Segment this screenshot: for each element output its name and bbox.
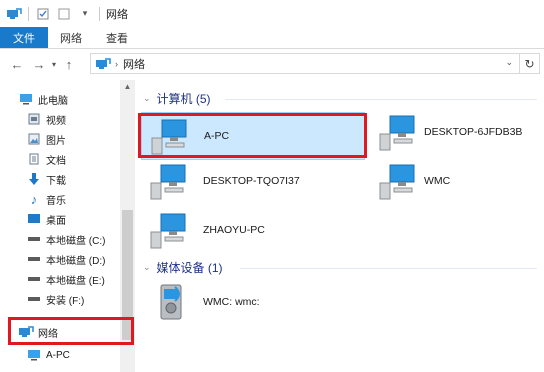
sidebar-item-label: A-PC: [46, 349, 70, 361]
sidebar-item-a-pc[interactable]: A-PC: [26, 345, 70, 365]
sidebar-item-drive-d[interactable]: 本地磁盘 (D:): [26, 249, 105, 269]
document-icon: [26, 152, 42, 166]
computer-icon: [26, 348, 42, 362]
forward-icon[interactable]: →: [30, 57, 48, 72]
sidebar-item-drive-c[interactable]: 本地磁盘 (C:): [26, 229, 105, 249]
group-header-media[interactable]: ⌄ 媒体设备 (1): [143, 259, 223, 276]
video-icon: [26, 112, 42, 126]
divider: [99, 6, 100, 21]
computer-icon: [379, 164, 415, 200]
computer-name: DESKTOP-6JFDB3B: [424, 126, 523, 138]
sidebar-item-label: 桌面: [46, 215, 66, 227]
sidebar-item-label: 图片: [46, 135, 66, 147]
sidebar-item-label: 本地磁盘 (C:): [46, 235, 106, 247]
divider: [28, 6, 29, 21]
computer-icon: [150, 164, 186, 200]
group-divider: [225, 99, 537, 100]
computer-name: DESKTOP-TQO7I37: [203, 175, 300, 187]
up-icon[interactable]: ↑: [60, 57, 78, 72]
sidebar-item-label: 视频: [46, 115, 66, 127]
group-header-computers[interactable]: ⌄ 计算机 (5): [143, 90, 211, 107]
pc-icon: [18, 92, 34, 106]
ribbon-tabs: 文件 网络 查看: [0, 27, 544, 49]
address-bar[interactable]: › 网络 ⌄ ↻: [90, 53, 540, 74]
sidebar-item-label: 安装 (F:): [46, 295, 85, 307]
highlight-box: [8, 317, 134, 345]
computer-icon: [150, 213, 186, 249]
sidebar-item-videos[interactable]: 视频: [26, 109, 66, 129]
window-title: 网络: [106, 8, 128, 21]
download-icon: [26, 172, 42, 186]
picture-icon: [26, 132, 42, 146]
recent-locations-icon[interactable]: ▾: [48, 60, 60, 69]
content-pane: ⌄ 计算机 (5) A-PC DESKTOP-6JFDB3B DESKTOP-T…: [135, 80, 544, 372]
drive-icon: [26, 292, 42, 306]
computer-tile-wmc[interactable]: WMC: [370, 157, 540, 205]
media-device-name: WMC: wmc:: [203, 296, 260, 308]
tab-view[interactable]: 查看: [94, 27, 140, 48]
sidebar-item-desktop[interactable]: 桌面: [26, 209, 66, 229]
sidebar-item-music[interactable]: ♪ 音乐: [26, 189, 66, 209]
sidebar-item-documents[interactable]: 文档: [26, 149, 66, 169]
drive-icon: [26, 272, 42, 286]
sidebar-item-label: 此电脑: [38, 95, 68, 107]
group-title: 媒体设备 (1): [156, 261, 223, 275]
highlight-box: [138, 113, 367, 158]
drive-icon: [26, 232, 42, 246]
sidebar-item-label: 本地磁盘 (E:): [46, 275, 105, 287]
refresh-icon[interactable]: ↻: [519, 54, 539, 73]
title-bar: ▾ 网络: [0, 0, 544, 27]
properties-icon[interactable]: [35, 7, 51, 21]
computer-name: WMC: [424, 175, 451, 187]
group-title: 计算机 (5): [156, 92, 211, 106]
breadcrumb-chevron-icon[interactable]: ›: [115, 59, 118, 69]
computer-tile-desktop-tqo7i37[interactable]: DESKTOP-TQO7I37: [141, 157, 365, 205]
sidebar-item-label: 下载: [46, 175, 66, 187]
sidebar-item-downloads[interactable]: 下载: [26, 169, 66, 189]
sidebar-item-drive-e[interactable]: 本地磁盘 (E:): [26, 269, 105, 289]
navigation-bar: ← → ▾ ↑ › 网络 ⌄ ↻: [0, 49, 544, 79]
chevron-down-icon[interactable]: ⌄: [505, 57, 513, 68]
sidebar-item-pictures[interactable]: 图片: [26, 129, 66, 149]
sidebar-item-label: 音乐: [46, 195, 66, 207]
computer-name: ZHAOYU-PC: [203, 224, 265, 236]
computer-tile-desktop-6jfdb3b[interactable]: DESKTOP-6JFDB3B: [370, 108, 540, 156]
sidebar-item-drive-f[interactable]: 安装 (F:): [26, 289, 84, 309]
new-folder-icon[interactable]: [56, 7, 72, 21]
sidebar-item-label: 本地磁盘 (D:): [46, 255, 106, 267]
sidebar-item-this-pc[interactable]: 此电脑: [18, 89, 68, 109]
desktop-icon: [26, 212, 42, 226]
media-device-tile-wmc[interactable]: WMC: wmc:: [141, 278, 365, 326]
computer-tile-zhaoyu-pc[interactable]: ZHAOYU-PC: [141, 206, 365, 254]
music-icon: ♪: [30, 191, 38, 207]
collapse-icon[interactable]: ⌄: [143, 93, 151, 104]
back-icon[interactable]: ←: [8, 57, 26, 72]
media-device-icon: [160, 284, 182, 320]
network-icon: [95, 57, 111, 71]
sidebar-item-label: 文档: [46, 155, 66, 167]
scroll-up-icon[interactable]: ▲: [120, 82, 135, 96]
group-divider: [240, 268, 537, 269]
tab-network[interactable]: 网络: [48, 27, 94, 48]
computer-icon: [379, 115, 415, 151]
tab-file[interactable]: 文件: [0, 27, 48, 48]
collapse-icon[interactable]: ⌄: [143, 262, 151, 273]
breadcrumb[interactable]: 网络: [123, 56, 145, 72]
drive-icon: [26, 252, 42, 266]
network-icon: [6, 7, 22, 21]
customize-toolbar-icon[interactable]: ▾: [77, 7, 93, 21]
